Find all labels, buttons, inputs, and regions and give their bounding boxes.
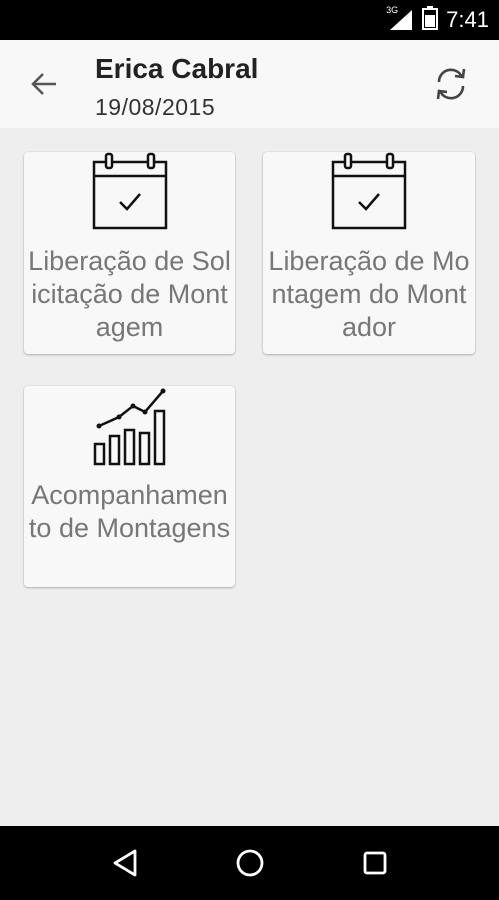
menu-card-label: Liberação de Solicitação de Montagem [28, 246, 231, 342]
menu-card-label: Liberação de Montagem do Montador [268, 246, 470, 342]
status-bar: 3G 7:41 [0, 0, 499, 40]
arrow-back-icon [31, 73, 56, 95]
page-date: 19/08/2015 [95, 94, 216, 120]
refresh-button[interactable] [429, 62, 473, 106]
page-title: Erica Cabral [95, 53, 259, 84]
refresh-icon [436, 68, 466, 100]
home-circle-icon [236, 849, 264, 877]
bar-chart-icon [93, 388, 165, 466]
menu-card-liberacao-solicitacao[interactable]: Liberação de Solicitação de Montagem [24, 152, 235, 354]
network-type-label: 3G [386, 5, 399, 15]
signal-icon: 3G [386, 5, 414, 31]
clock: 7:41 [446, 7, 489, 32]
navigation-bar [0, 826, 499, 900]
nav-recents-button[interactable] [358, 846, 392, 880]
menu-card-acompanhamento[interactable]: Acompanhamento de Montagens [24, 386, 235, 587]
nav-back-button[interactable] [108, 846, 142, 880]
menu-card-liberacao-montador[interactable]: Liberação de Montagem do Montador [263, 152, 475, 354]
recents-square-icon [363, 851, 387, 875]
menu-card-label: Acompanhamento de Montagens [28, 480, 231, 543]
calendar-check-icon [92, 152, 167, 230]
app-bar: Erica Cabral 19/08/2015 [0, 40, 499, 128]
back-triangle-icon [113, 849, 137, 877]
nav-home-button[interactable] [233, 846, 267, 880]
battery-icon [422, 5, 439, 35]
calendar-check-icon [331, 152, 407, 230]
back-button[interactable] [26, 66, 62, 102]
